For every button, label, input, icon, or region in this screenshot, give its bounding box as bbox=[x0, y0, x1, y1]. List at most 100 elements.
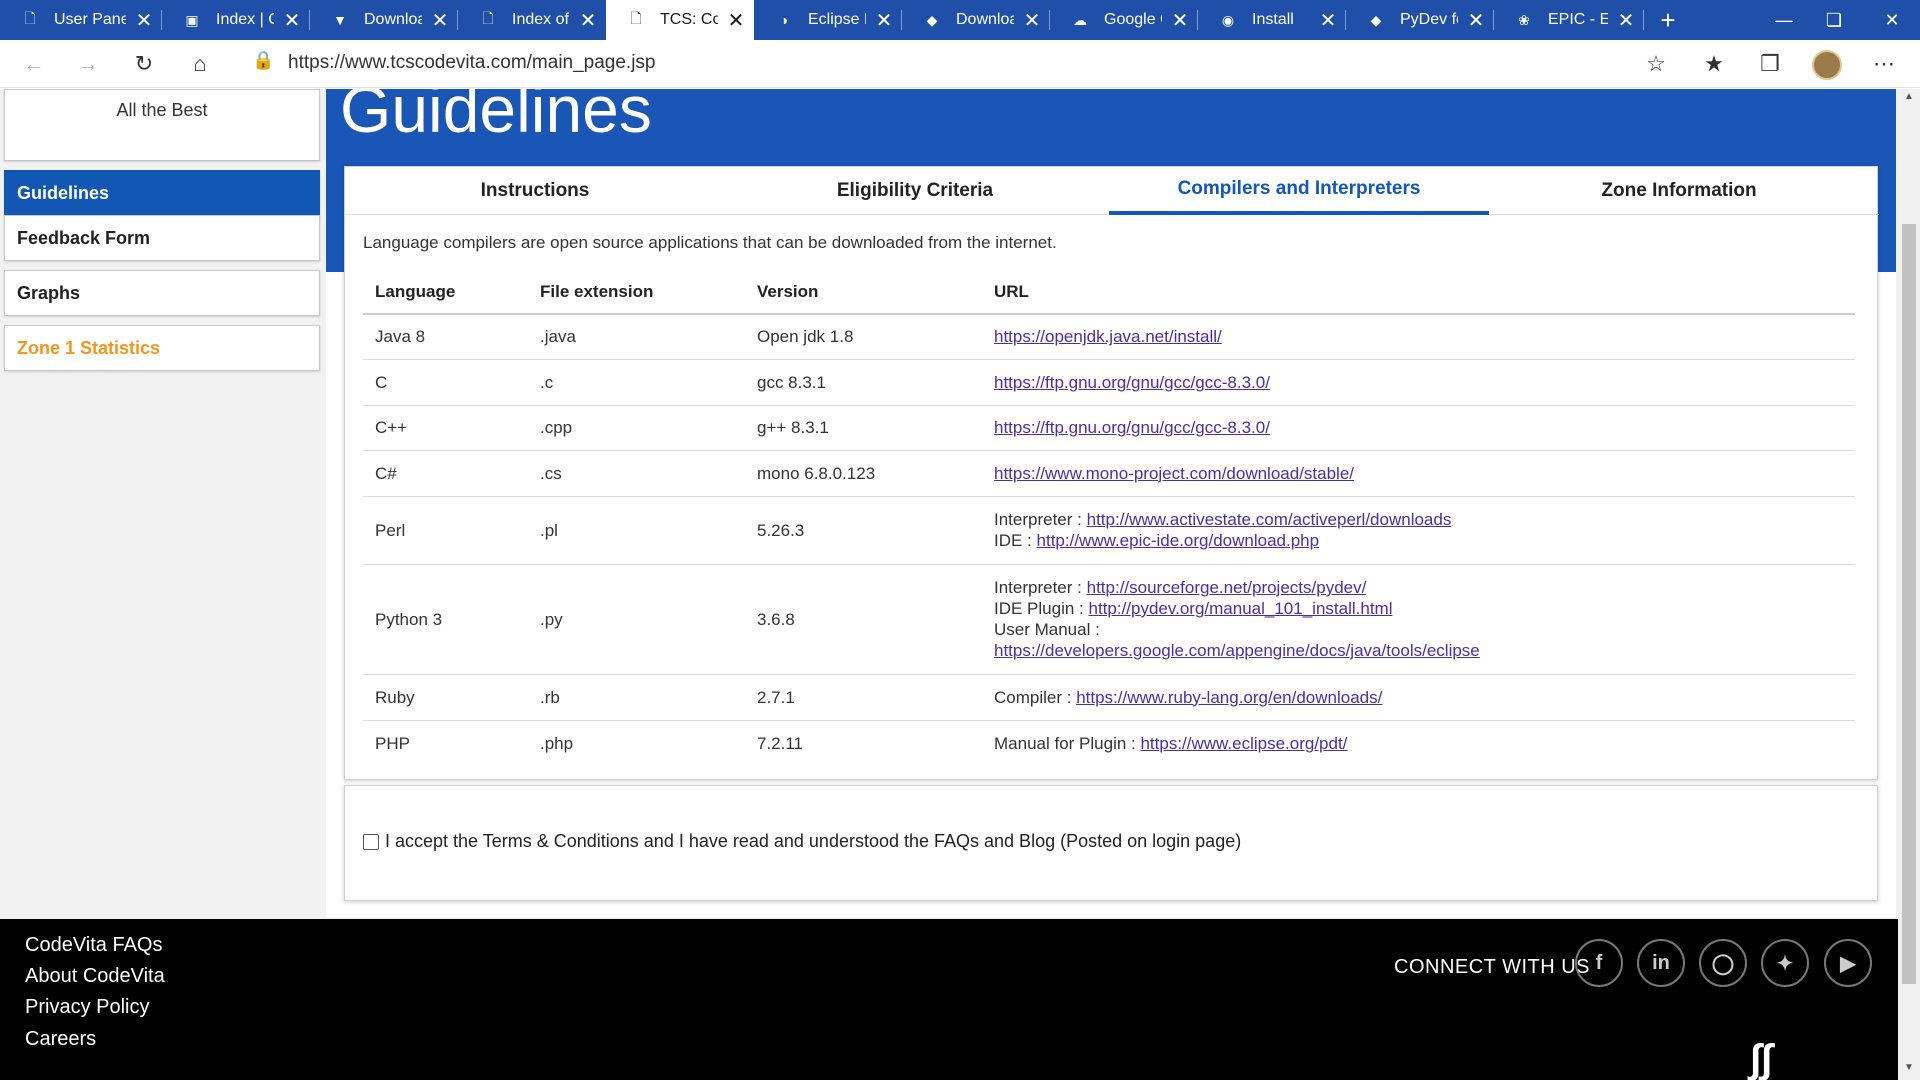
column-header-file-extension: File extension bbox=[528, 270, 745, 315]
close-tab-icon[interactable]: ✕ bbox=[718, 8, 754, 33]
close-tab-icon[interactable]: ✕ bbox=[570, 8, 606, 33]
youtube-icon[interactable]: ▶ bbox=[1824, 939, 1872, 987]
close-tab-icon[interactable]: ✕ bbox=[126, 8, 162, 33]
twitter-icon[interactable]: ✦ bbox=[1761, 939, 1809, 987]
url-line: User Manual : https://developers.google.… bbox=[994, 619, 1855, 661]
sidebar-item-guidelines[interactable]: Guidelines bbox=[4, 170, 320, 216]
download-icon: ▼ bbox=[333, 12, 347, 28]
back-icon[interactable]: ← bbox=[16, 46, 52, 82]
version-cell: 5.26.3 bbox=[745, 495, 982, 564]
close-tab-icon[interactable]: ✕ bbox=[274, 8, 310, 33]
language-cell: Ruby bbox=[363, 673, 528, 720]
close-tab-icon[interactable]: ✕ bbox=[866, 8, 902, 33]
browser-tab[interactable]: 🗋 Index of /✕ bbox=[458, 0, 606, 40]
refresh-icon[interactable]: ↻ bbox=[126, 46, 162, 82]
url-line: Manual for Plugin : https://www.eclipse.… bbox=[994, 733, 1855, 754]
page-title: Guidelines bbox=[340, 89, 652, 146]
tab-compilers-interpreters[interactable]: Compilers and Interpreters bbox=[1109, 167, 1489, 215]
browser-tab[interactable]: ▣ Index | Co✕ bbox=[162, 0, 310, 40]
download-link[interactable]: http://www.epic-ide.org/download.php bbox=[1037, 531, 1320, 550]
tab-zone-information[interactable]: Zone Information bbox=[1489, 167, 1869, 215]
sidebar-item-graphs[interactable]: Graphs bbox=[4, 270, 320, 316]
footer-link-privacy[interactable]: Privacy Policy bbox=[25, 996, 149, 1019]
download-link[interactable]: https://www.ruby-lang.org/en/downloads/ bbox=[1076, 688, 1382, 707]
main-panel: Guidelines Instructions Eligibility Crit… bbox=[326, 89, 1896, 917]
download-link[interactable]: http://pydev.org/manual_101_install.html bbox=[1089, 599, 1393, 618]
close-window-button[interactable]: ✕ bbox=[1864, 0, 1920, 40]
extension-cell: .java bbox=[528, 313, 745, 359]
browser-tab-title: Eclipse PH bbox=[808, 11, 866, 28]
scroll-up-icon[interactable]: ▲ bbox=[1898, 91, 1920, 107]
version-cell: 7.2.11 bbox=[745, 719, 982, 766]
download-link[interactable]: https://ftp.gnu.org/gnu/gcc/gcc-8.3.0/ bbox=[994, 418, 1270, 437]
close-tab-icon[interactable]: ✕ bbox=[1608, 8, 1644, 33]
browser-tab[interactable]: 🗋 User Panel ✕ bbox=[0, 0, 162, 40]
new-tab-button[interactable]: + bbox=[1648, 0, 1688, 40]
url-cell: https://openjdk.java.net/install/ bbox=[982, 313, 1855, 359]
browser-tab[interactable]: ◉ Install ✕ bbox=[1198, 0, 1346, 40]
url-line: Interpreter : http://www.activestate.com… bbox=[994, 509, 1855, 530]
download-link[interactable]: https://ftp.gnu.org/gnu/gcc/gcc-8.3.0/ bbox=[994, 373, 1270, 392]
collections-icon[interactable]: ❐ bbox=[1752, 46, 1788, 82]
download-link[interactable]: https://openjdk.java.net/install/ bbox=[994, 327, 1222, 346]
favorites-icon[interactable]: ★ bbox=[1696, 46, 1732, 82]
scrollbar-thumb[interactable] bbox=[1902, 224, 1916, 984]
footer-link-about[interactable]: About CodeVita bbox=[25, 965, 165, 988]
sidebar-item-feedback-form[interactable]: Feedback Form bbox=[4, 215, 320, 261]
restore-button[interactable]: ❏ bbox=[1806, 0, 1862, 40]
footer-link-careers[interactable]: Careers bbox=[25, 1028, 96, 1051]
browser-tab[interactable]: ▼ Download✕ bbox=[310, 0, 458, 40]
favorite-star-icon[interactable]: ☆ bbox=[1638, 46, 1674, 82]
browser-tab[interactable]: 🗋 TCS: Code✕ bbox=[606, 0, 754, 40]
instagram-icon[interactable]: ◯ bbox=[1699, 939, 1747, 987]
profile-avatar[interactable] bbox=[1812, 50, 1842, 80]
sidebar-item-zone-statistics[interactable]: Zone 1 Statistics bbox=[4, 325, 320, 371]
version-cell: Open jdk 1.8 bbox=[745, 313, 982, 359]
browser-tab[interactable]: ❀ EPIC - Ecl✕ bbox=[1494, 0, 1644, 40]
page-content: All the Best Guidelines Feedback Form Gr… bbox=[0, 89, 1898, 1080]
forward-icon[interactable]: → bbox=[70, 46, 106, 82]
home-icon[interactable]: ⌂ bbox=[182, 46, 218, 82]
download-link[interactable]: http://www.activestate.com/activeperl/do… bbox=[1087, 510, 1452, 529]
browser-tab[interactable]: ◆ Download✕ bbox=[902, 0, 1050, 40]
browser-tab[interactable]: ☁ Google Cl✕ bbox=[1050, 0, 1198, 40]
url-line: https://www.mono-project.com/download/st… bbox=[994, 463, 1855, 484]
extension-cell: .rb bbox=[528, 673, 745, 720]
download-link[interactable]: https://www.mono-project.com/download/st… bbox=[994, 464, 1354, 483]
close-tab-icon[interactable]: ✕ bbox=[422, 8, 458, 33]
close-tab-icon[interactable]: ✕ bbox=[1014, 8, 1050, 33]
url-cell: Interpreter : http://www.activestate.com… bbox=[982, 495, 1855, 564]
language-cell: PHP bbox=[363, 719, 528, 766]
linkedin-icon[interactable]: in bbox=[1637, 939, 1685, 987]
tab-eligibility-criteria[interactable]: Eligibility Criteria bbox=[725, 167, 1105, 215]
footer-link-faqs[interactable]: CodeVita FAQs bbox=[25, 934, 162, 957]
scroll-down-icon[interactable]: ▼ bbox=[1898, 1062, 1920, 1078]
column-header-url: URL bbox=[982, 270, 1855, 315]
close-tab-icon[interactable]: ✕ bbox=[1310, 8, 1346, 33]
version-cell: gcc 8.3.1 bbox=[745, 358, 982, 405]
url-line: https://ftp.gnu.org/gnu/gcc/gcc-8.3.0/ bbox=[994, 417, 1855, 438]
download-link[interactable]: http://sourceforge.net/projects/pydev/ bbox=[1087, 578, 1367, 597]
more-menu-icon[interactable]: ⋯ bbox=[1866, 46, 1902, 82]
table-row: C# .cs mono 6.8.0.123 https://www.mono-proj… bbox=[363, 449, 1855, 496]
download-link[interactable]: https://developers.google.com/appengine/… bbox=[994, 641, 1480, 660]
address-bar[interactable]: https://www.tcscodevita.com/main_page.js… bbox=[288, 52, 656, 74]
tab-instructions[interactable]: Instructions bbox=[345, 167, 725, 215]
close-tab-icon[interactable]: ✕ bbox=[1162, 8, 1198, 33]
accept-checkbox[interactable] bbox=[363, 834, 379, 850]
browser-tab[interactable]: ◑ Eclipse PH✕ bbox=[754, 0, 902, 40]
compilers-table: Language File extension Version URL Java… bbox=[363, 270, 1855, 766]
browser-tab[interactable]: ◆ PyDev for✕ bbox=[1346, 0, 1494, 40]
accept-label[interactable]: I accept the Terms & Conditions and I ha… bbox=[385, 831, 1241, 852]
facebook-icon[interactable]: f bbox=[1575, 939, 1623, 987]
browser-tab-strip: + — ❏ ✕ 🗋User Panel✕▣Index | Co✕▼Downloa… bbox=[0, 0, 1920, 40]
download-link[interactable]: https://www.eclipse.org/pdt/ bbox=[1140, 734, 1347, 753]
footer: CodeVita FAQs About CodeVita Privacy Pol… bbox=[0, 919, 1898, 1080]
table-row: C .c gcc 8.3.1 https://ftp.gnu.org/gnu/gcc/… bbox=[363, 358, 1855, 405]
page-scrollbar[interactable]: ▲ ▼ bbox=[1898, 89, 1920, 1080]
close-tab-icon[interactable]: ✕ bbox=[1458, 8, 1494, 33]
page-icon: 🗋 bbox=[482, 10, 494, 26]
minimize-button[interactable]: — bbox=[1756, 0, 1812, 40]
url-cell: Compiler : https://www.ruby-lang.org/en/… bbox=[982, 673, 1855, 720]
url-label: Manual for Plugin : bbox=[994, 733, 1141, 753]
